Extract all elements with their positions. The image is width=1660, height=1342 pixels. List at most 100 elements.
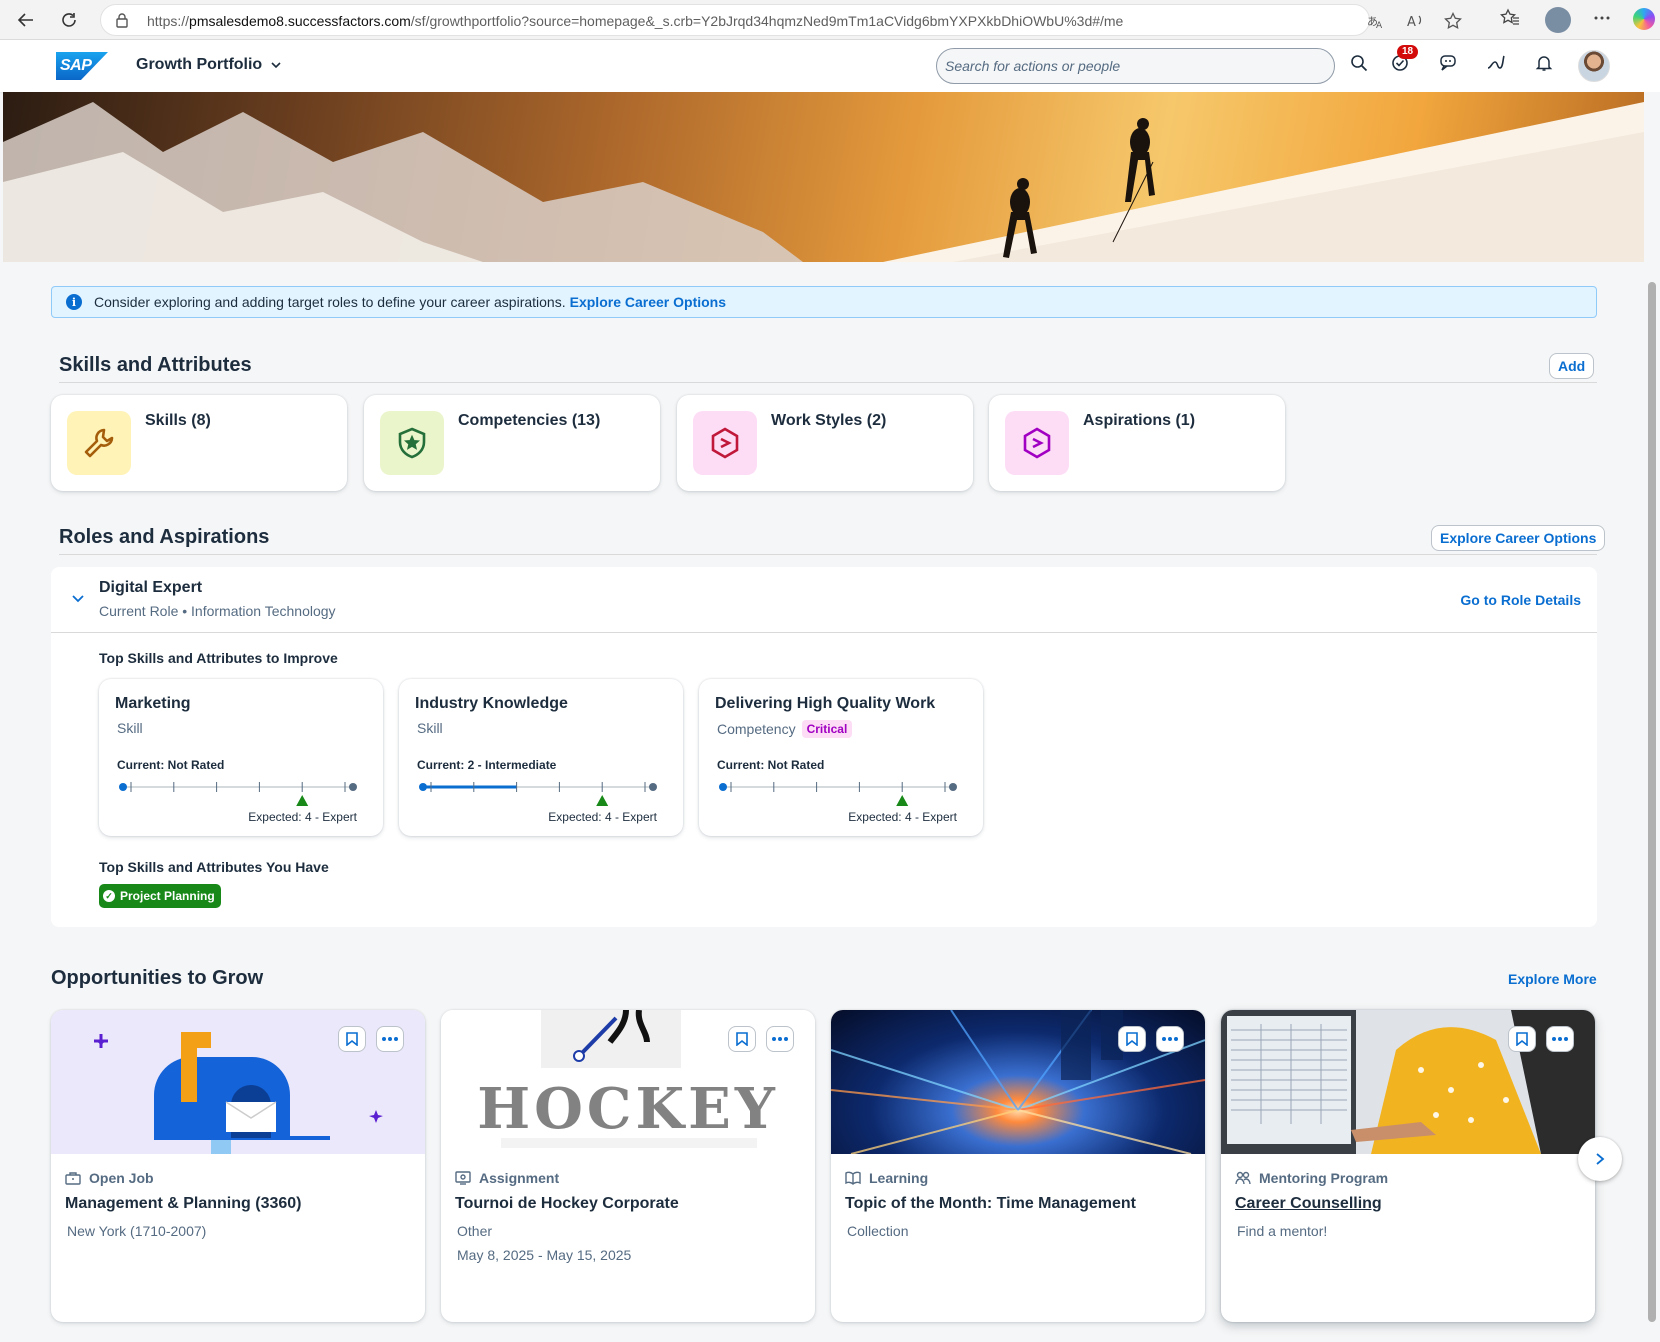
aspirations-tile[interactable]: Aspirations (1) — [989, 395, 1285, 491]
go-to-role-details-link[interactable]: Go to Role Details — [1460, 592, 1581, 608]
opportunity-detail: New York (1710-2007) — [67, 1223, 207, 1239]
role-subtitle: Current Role • Information Technology — [99, 603, 336, 619]
search-input[interactable] — [945, 58, 1325, 74]
improve-heading: Top Skills and Attributes to Improve — [99, 650, 338, 666]
page-scrollbar[interactable] — [1644, 92, 1660, 1342]
browser-profile-avatar[interactable] — [1545, 7, 1571, 33]
assignment-image: HOCKEY — [441, 1010, 815, 1154]
improve-card-type: Skill — [417, 720, 443, 736]
opportunity-title[interactable]: Tournoi de Hockey Corporate — [455, 1195, 679, 1213]
opportunity-kind: Assignment — [455, 1170, 559, 1186]
scale-end-dot — [649, 783, 657, 791]
back-icon[interactable] — [14, 8, 38, 32]
bell-icon[interactable] — [1535, 54, 1553, 72]
wrench-icon — [84, 428, 114, 458]
favorites-icon[interactable] — [1500, 8, 1520, 28]
svg-text:A: A — [1376, 21, 1383, 30]
scale-end-dot — [349, 783, 357, 791]
hexagon-icon — [711, 427, 739, 459]
opportunity-card[interactable]: HOCKEY Assignment Tournoi de Hockey Corp… — [441, 1010, 815, 1322]
bookmark-button[interactable] — [1118, 1026, 1146, 1052]
opportunity-title[interactable]: Topic of the Month: Time Management — [845, 1195, 1136, 1213]
expected-level-marker — [896, 795, 909, 806]
chevron-right-icon — [1596, 1153, 1605, 1165]
bookmark-icon — [346, 1032, 358, 1046]
lock-icon — [115, 12, 129, 28]
skills-tile[interactable]: Skills (8) — [51, 395, 347, 491]
opportunity-kind: Learning — [845, 1170, 928, 1186]
address-bar[interactable]: https://pmsalesdemo8.successfactors.com/… — [100, 4, 1462, 36]
more-button[interactable] — [1546, 1026, 1574, 1052]
assistant-icon[interactable] — [1439, 54, 1459, 72]
joule-icon[interactable] — [1486, 54, 1506, 72]
opportunity-title[interactable]: Management & Planning (3360) — [65, 1195, 302, 1213]
more-button[interactable] — [766, 1026, 794, 1052]
opportunity-card[interactable]: Learning Topic of the Month: Time Manage… — [831, 1010, 1205, 1322]
more-button[interactable] — [1156, 1026, 1184, 1052]
read-aloud-icon[interactable]: A — [1406, 12, 1424, 30]
briefcase-icon — [65, 1172, 81, 1185]
scrollbar-thumb[interactable] — [1648, 282, 1656, 1322]
chevron-down-icon — [271, 62, 281, 69]
translate-icon[interactable]: あA — [1366, 12, 1384, 30]
tile-label: Aspirations (1) — [1083, 412, 1196, 429]
improve-card[interactable]: Delivering High Quality Work Competency C… — [699, 679, 983, 836]
competencies-tile[interactable]: Competencies (13) — [364, 395, 660, 491]
expected-level-marker — [296, 795, 309, 806]
overflow-icon — [1552, 1037, 1568, 1041]
refresh-icon[interactable] — [57, 8, 81, 32]
bookmark-icon — [736, 1032, 748, 1046]
info-icon: i — [66, 294, 82, 310]
opportunity-card[interactable]: Mentoring Program Career Counselling Fin… — [1221, 1010, 1595, 1322]
proficiency-scale — [119, 782, 357, 806]
opportunity-title[interactable]: Career Counselling — [1235, 1195, 1382, 1213]
scale-start-dot — [719, 783, 727, 791]
role-panel: Digital Expert Current Role • Informatio… — [51, 567, 1597, 927]
role-header[interactable]: Digital Expert Current Role • Informatio… — [51, 567, 1597, 633]
user-avatar[interactable] — [1578, 50, 1610, 82]
current-level-label: Current: Not Rated — [117, 758, 225, 772]
skill-tag-project-planning[interactable]: ✓ Project Planning — [99, 884, 221, 908]
opportunities-title: Opportunities to Grow — [51, 967, 264, 989]
explore-more-link[interactable]: Explore More — [1508, 971, 1597, 987]
skills-tile-icon-box — [67, 411, 131, 475]
bookmark-button[interactable] — [1508, 1026, 1536, 1052]
work-styles-tile[interactable]: Work Styles (2) — [677, 395, 973, 491]
bookmark-button[interactable] — [728, 1026, 756, 1052]
app-title-menu[interactable]: Growth Portfolio — [136, 56, 282, 74]
opportunity-card[interactable]: Open Job Management & Planning (3360) Ne… — [51, 1010, 425, 1322]
favorite-star-icon[interactable] — [1444, 12, 1462, 30]
bookmark-button[interactable] — [338, 1026, 366, 1052]
check-circle-icon: ✓ — [103, 890, 115, 902]
improve-card-title: Delivering High Quality Work — [715, 695, 936, 712]
expected-level-label: Expected: 4 - Expert — [848, 810, 957, 824]
search-icon[interactable] — [1350, 54, 1368, 72]
improve-card[interactable]: Marketing Skill Current: Not Rated Expec… — [99, 679, 383, 836]
search-box[interactable] — [936, 48, 1335, 84]
notification-count-badge: 18 — [1397, 45, 1419, 59]
expected-level-label: Expected: 4 - Expert — [248, 810, 357, 824]
more-button[interactable] — [376, 1026, 404, 1052]
more-options-icon[interactable] — [1592, 8, 1612, 28]
learning-image — [831, 1010, 1205, 1154]
overflow-icon — [382, 1037, 398, 1041]
carousel-next-button[interactable] — [1578, 1137, 1622, 1181]
improve-card[interactable]: Industry Knowledge Skill Current: 2 - In… — [399, 679, 683, 836]
explore-career-options-button[interactable]: Explore Career Options — [1431, 525, 1606, 551]
section-divider — [59, 382, 1597, 383]
chevron-down-icon[interactable] — [71, 591, 85, 605]
browser-toolbar: https://pmsalesdemo8.successfactors.com/… — [0, 0, 1660, 40]
copilot-icon[interactable] — [1633, 8, 1655, 30]
expected-level-label: Expected: 4 - Expert — [548, 810, 657, 824]
sap-logo[interactable]: SAP — [56, 52, 108, 80]
overflow-icon — [1162, 1037, 1178, 1041]
proficiency-scale — [419, 782, 657, 806]
aspirations-tile-icon-box — [1005, 411, 1069, 475]
explore-career-options-link[interactable]: Explore Career Options — [570, 294, 726, 310]
url-text: https://pmsalesdemo8.successfactors.com/… — [147, 13, 1124, 29]
add-button[interactable]: Add — [1549, 353, 1595, 379]
opportunity-detail: Collection — [847, 1223, 909, 1239]
skills-section-title: Skills and Attributes — [59, 354, 252, 376]
info-message-strip: i Consider exploring and adding target r… — [51, 286, 1597, 318]
bookmark-icon — [1516, 1032, 1528, 1046]
